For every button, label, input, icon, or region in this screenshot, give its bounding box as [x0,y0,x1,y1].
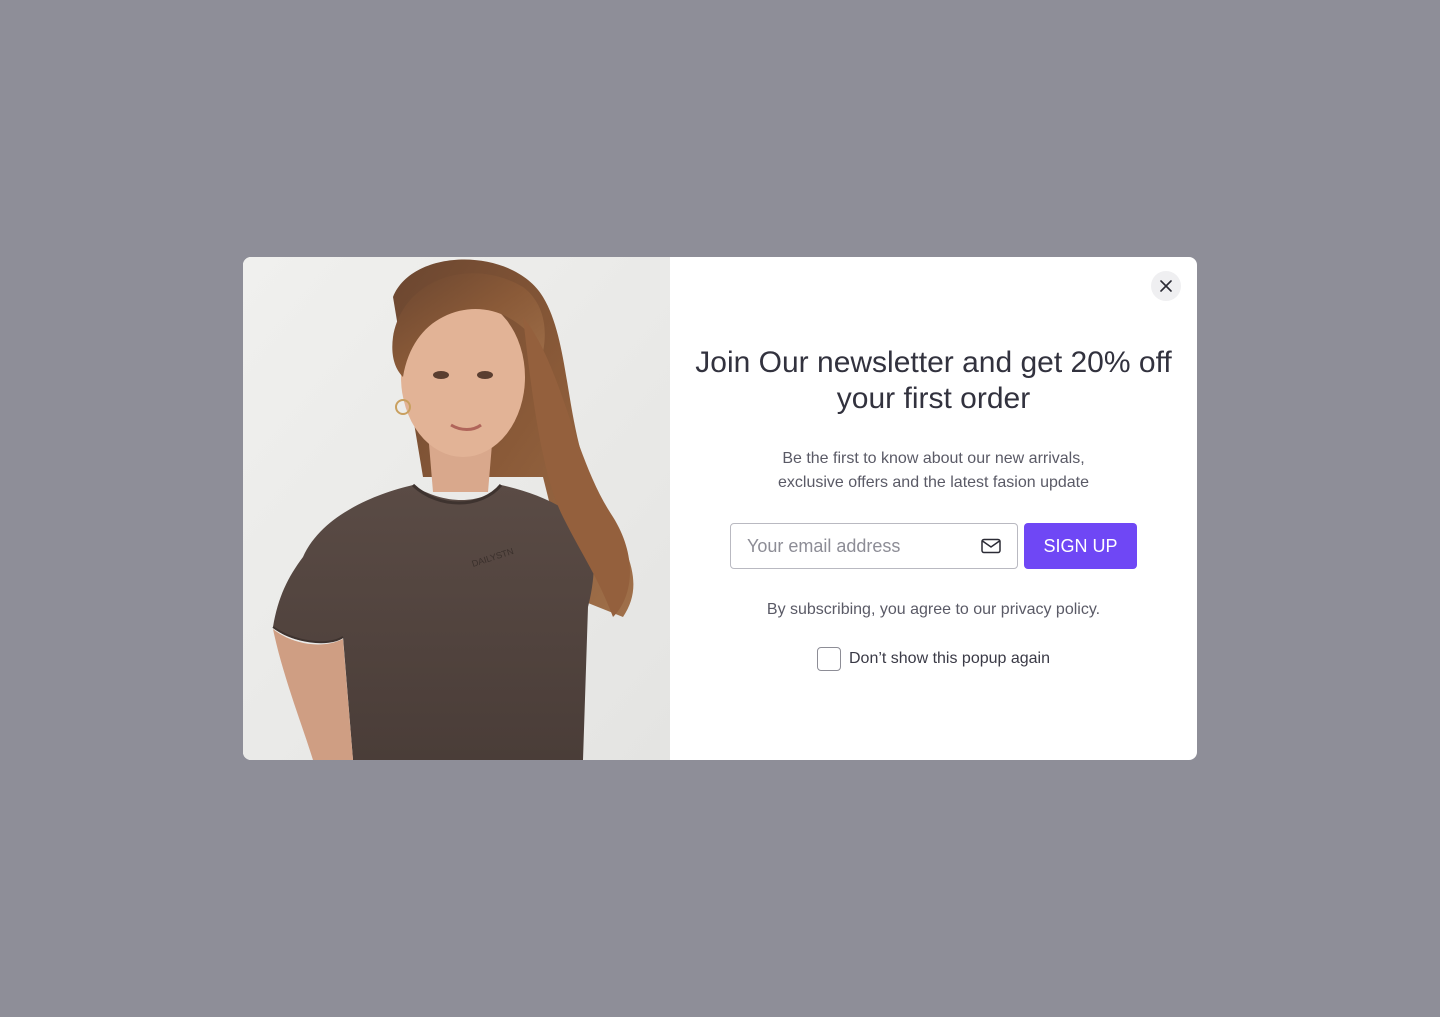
popup-headline: Join Our newsletter and get 20% off your… [695,346,1172,415]
model-illustration: DAILYSTN [243,257,670,760]
signup-button[interactable]: SIGN UP [1024,523,1137,569]
dont-show-label[interactable]: Don’t show this popup again [849,650,1050,668]
popup-description: Be the first to know about our new arriv… [777,450,1089,491]
privacy-policy-text: By subscribing, you agree to our privacy… [766,601,1101,618]
mail-icon [981,538,1001,554]
dont-show-checkbox[interactable] [816,647,841,671]
subscribe-form: SIGN UP [730,523,1137,569]
popup-content: Join Our newsletter and get 20% off your… [670,257,1197,760]
close-button[interactable] [1151,271,1181,301]
dont-show-again-option[interactable]: Don’t show this popup again [816,647,1050,671]
email-field-wrapper [730,523,1018,569]
newsletter-popup: DAILYSTN Join Our newsletter and get 20%… [243,257,1197,760]
model-photo: DAILYSTN [243,257,670,760]
close-icon [1160,280,1172,292]
email-input[interactable] [747,535,981,557]
